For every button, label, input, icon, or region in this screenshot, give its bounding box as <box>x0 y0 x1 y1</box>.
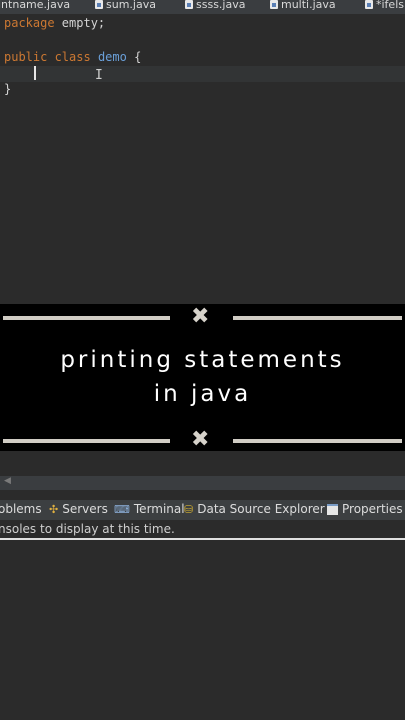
tab-intname[interactable]: intname.java <box>0 0 70 11</box>
tab-ifels[interactable]: *ifels <box>365 0 404 11</box>
tab-label: Properties <box>342 502 403 516</box>
bottom-view-tabs: oblems ✣ Servers ⌨ Terminal ⛁ Data Sourc… <box>0 500 405 520</box>
tab-label: ssss.java <box>196 0 246 11</box>
code-line-4: } <box>4 82 12 96</box>
tab-label: Data Source Explorer <box>197 502 325 516</box>
divider-line <box>233 316 402 320</box>
code-line-2: public class demo { <box>4 50 142 64</box>
tab-properties[interactable]: Properties <box>327 502 403 516</box>
tab-servers[interactable]: ✣ Servers <box>49 502 108 516</box>
console-empty-message: nsoles to display at this time. <box>0 522 175 536</box>
console-area <box>0 540 405 720</box>
editor-tab-bar: intname.java sum.java ssss.java multi.ja… <box>0 0 405 14</box>
divider-line <box>233 439 402 443</box>
console-panel: nsoles to display at this time. <box>0 520 405 540</box>
close-icon: ✖ <box>191 427 210 452</box>
text-caret <box>34 66 36 80</box>
java-file-icon <box>185 0 193 9</box>
tab-ssss[interactable]: ssss.java <box>185 0 245 11</box>
terminal-icon: ⌨ <box>114 502 130 516</box>
java-file-icon <box>270 0 278 9</box>
tab-label: sum.java <box>106 0 156 11</box>
tab-label: Servers <box>62 502 108 516</box>
tab-problems[interactable]: oblems <box>0 502 42 516</box>
code-line-1: package empty; <box>4 16 106 30</box>
tab-label: *ifels <box>376 0 404 11</box>
divider-line <box>3 439 170 443</box>
tab-label: oblems <box>0 502 42 516</box>
tab-label: multi.java <box>281 0 336 11</box>
spacer <box>0 490 405 498</box>
database-icon: ⛁ <box>184 502 194 516</box>
tab-multi[interactable]: multi.java <box>270 0 336 11</box>
servers-icon: ✣ <box>49 502 59 516</box>
current-line-highlight <box>0 66 405 82</box>
properties-icon <box>327 503 338 515</box>
java-file-icon <box>95 0 103 9</box>
tab-label: intname.java <box>0 0 71 11</box>
horizontal-scrollbar[interactable]: ◀ <box>0 476 405 490</box>
tab-terminal[interactable]: ⌨ Terminal <box>114 502 185 516</box>
caption-overlay: ✖ printing statements in java ✖ <box>0 304 405 451</box>
tab-label: Terminal <box>133 502 185 516</box>
scroll-left-icon[interactable]: ◀ <box>4 476 11 486</box>
tab-data-source-explorer[interactable]: ⛁ Data Source Explorer <box>184 502 325 516</box>
caption-line-1: printing statements <box>60 347 345 373</box>
ibeam-cursor-icon: I <box>95 68 103 83</box>
java-file-icon <box>365 0 373 9</box>
caption-line-2: in java <box>153 381 252 407</box>
close-icon: ✖ <box>191 304 210 329</box>
divider-line <box>3 316 170 320</box>
tab-sum[interactable]: sum.java <box>95 0 156 11</box>
